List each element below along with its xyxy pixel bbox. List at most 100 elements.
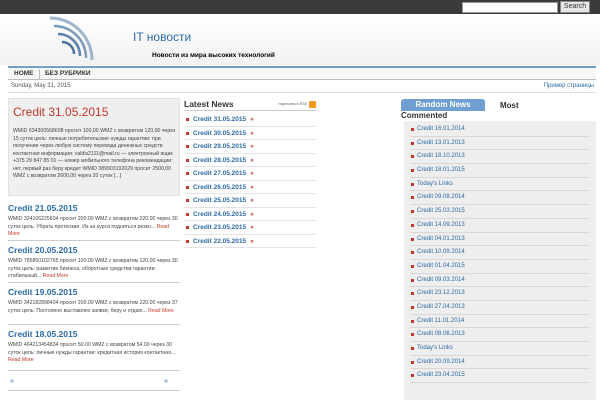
random-news-list: Credit 16.01.2014 Credit 13.01.2013 Cred… (410, 123, 590, 384)
bullet-icon (186, 226, 189, 229)
post-title[interactable]: Credit 18.05.2015 (8, 329, 180, 339)
post-title[interactable]: Credit 20.05.2015 (8, 245, 180, 255)
site-header: IT новости Новости из мира высоких техно… (0, 14, 600, 65)
bullet-icon (186, 185, 189, 189)
read-more-link[interactable]: Read More (148, 308, 174, 314)
random-news-item[interactable]: Credit 08.06.2013 (410, 328, 590, 342)
bullet-icon (411, 196, 414, 200)
bullet-icon (411, 182, 414, 186)
post-item: Credit 19.05.2015 WMID 342182898404 прос… (8, 287, 180, 315)
bullet-icon (411, 360, 414, 364)
bullet-icon (411, 210, 414, 214)
post-item: Credit 18.05.2015 WMID 464213454834 прос… (8, 329, 180, 365)
pager-previous-link[interactable]: » (10, 378, 14, 385)
bullet-icon (411, 155, 414, 159)
example-page-link[interactable]: Пример страницы (544, 83, 594, 89)
tab-most-commented[interactable]: Most Commented (401, 99, 587, 121)
latest-news-item[interactable]: Credit 30.05.2015» (184, 127, 316, 140)
site-title[interactable]: IT новости (133, 30, 191, 44)
latest-news-item[interactable]: Credit 29.05.2015» (184, 140, 316, 154)
random-news-item[interactable]: Credit 09.08.2014 (410, 191, 590, 206)
random-news-item[interactable]: Credit 16.01.2014 (410, 123, 590, 137)
bullet-icon (411, 292, 414, 296)
bullet-icon (411, 333, 414, 337)
random-news-item[interactable]: Credit 23.12.2013 (410, 287, 590, 301)
post-item: Credit 20.05.2015 WMID 785850102765 прос… (8, 245, 180, 281)
random-news-panel: Credit 16.01.2014 Credit 13.01.2013 Cred… (404, 121, 596, 400)
tab-label: Most (500, 101, 519, 110)
bullet-icon (411, 223, 414, 227)
latest-news-list: Credit 31.05.2015» Credit 30.05.2015» Cr… (184, 113, 316, 248)
arrow-icon: » (250, 183, 254, 191)
random-news-item[interactable]: Credit 20.09.2014 (410, 356, 590, 370)
random-news-item[interactable]: Today's Links (410, 178, 590, 192)
current-date: Sunday, May 31, 2015 (11, 83, 71, 89)
read-more-link[interactable]: Read More (8, 357, 34, 363)
rss-subscribe-link[interactable]: подписаться RSS (278, 102, 307, 106)
random-news-item[interactable]: Credit 18.01.2015 (410, 164, 590, 178)
post-divider (8, 240, 180, 241)
date-bar: Sunday, May 31, 2015 Пример страницы (8, 81, 596, 93)
column-divider (8, 390, 180, 391)
nav-home[interactable]: HOME (14, 70, 34, 77)
tab-label: Commented (401, 111, 448, 120)
post-item: Credit 21.05.2015 WMID 324106225604 прос… (8, 203, 180, 239)
latest-news-item[interactable]: Credit 28.05.2015» (184, 154, 316, 167)
arrow-icon: » (250, 156, 254, 164)
nav-divider (39, 69, 40, 79)
nav-uncategorized[interactable]: БЕЗ РУБРИКИ (45, 70, 91, 77)
bullet-icon (411, 347, 414, 350)
random-news-item[interactable]: Credit 09.03.2014 (410, 274, 590, 288)
arrow-icon: » (250, 197, 254, 204)
bullet-icon (186, 131, 189, 135)
random-news-item[interactable]: Credit 27.04.2013 (410, 301, 590, 315)
arrow-icon: » (250, 143, 254, 150)
random-news-item[interactable]: Credit 04.01.2013 (410, 233, 590, 247)
latest-news-item[interactable]: Credit 31.05.2015» (184, 113, 316, 127)
bullet-icon (411, 251, 414, 255)
main-nav: HOME БЕЗ РУБРИКИ (8, 66, 596, 80)
search-input[interactable] (462, 2, 558, 13)
post-excerpt: WMID 785850102765 просит 100.00 WMZ с во… (8, 258, 178, 279)
pager-next-link[interactable]: » (164, 378, 168, 385)
random-news-item[interactable]: Credit 10.09.2014 (410, 246, 590, 260)
logo-icon[interactable] (40, 14, 100, 65)
post-divider (8, 282, 180, 283)
read-more-link[interactable]: Read More (43, 273, 69, 279)
random-news-item[interactable]: Credit 18.10.2013 (410, 150, 590, 165)
latest-news-item[interactable]: Credit 27.05.2015» (184, 167, 316, 181)
site-tagline: Новости из мира высоких технологий (152, 52, 275, 59)
latest-news-item[interactable]: Credit 26.05.2015» (184, 181, 316, 194)
post-excerpt: WMID 464213454834 просит 50.00 WMZ с воз… (8, 342, 176, 363)
latest-news-item[interactable]: Credit 22.05.2015» (184, 235, 316, 248)
random-news-item[interactable]: Credit 01.04.2015 (410, 260, 590, 274)
featured-title[interactable]: Credit 31.05.2015 (13, 105, 108, 119)
latest-news-item[interactable]: Credit 25.05.2015» (184, 194, 316, 208)
random-news-item[interactable]: Credit 13.01.2013 (410, 137, 590, 151)
latest-news-title: Latest News (184, 99, 234, 109)
random-news-item[interactable]: Credit 14.09.2013 (410, 219, 590, 233)
bullet-icon (411, 278, 414, 282)
bullet-icon (411, 169, 414, 173)
top-bar: Search (0, 0, 600, 14)
bullet-icon (186, 199, 189, 202)
rss-icon[interactable] (309, 101, 316, 108)
post-title[interactable]: Credit 19.05.2015 (8, 287, 180, 297)
bullet-icon (411, 264, 414, 268)
arrow-icon: » (250, 116, 254, 123)
post-title[interactable]: Credit 21.05.2015 (8, 203, 180, 213)
random-news-item[interactable]: Credit 25.03.2015 (410, 205, 590, 219)
arrow-icon: » (250, 210, 254, 218)
bullet-icon (186, 118, 189, 121)
latest-news-item[interactable]: Credit 24.05.2015» (184, 208, 316, 221)
latest-news-item[interactable]: Credit 23.05.2015» (184, 221, 316, 235)
search-button[interactable]: Search (560, 1, 590, 13)
random-news-item[interactable]: Credit 23.04.2015 (410, 369, 590, 384)
post-divider (8, 324, 180, 325)
arrow-icon: » (250, 129, 254, 137)
random-news-item[interactable]: Credit 11.01.2014 (410, 315, 590, 329)
post-excerpt: WMID 324106225604 просит 200.00 WMZ с во… (8, 216, 178, 237)
featured-excerpt: WMID 634300568608 просит 100,00 WMZ с во… (13, 128, 176, 179)
bullet-icon (186, 212, 189, 216)
random-news-item[interactable]: Today's Links (410, 342, 590, 356)
